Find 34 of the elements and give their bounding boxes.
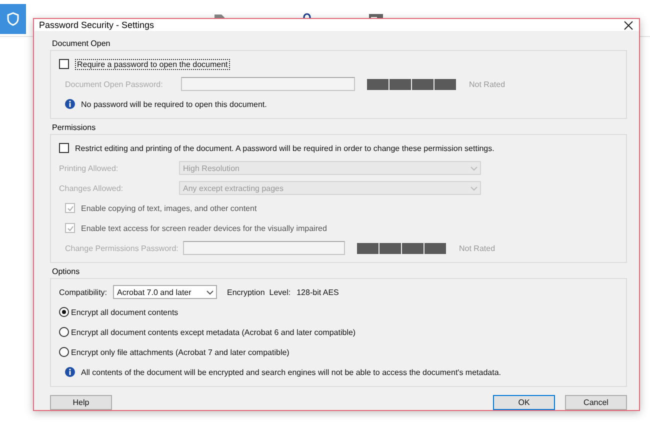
checkbox-label[interactable]: Restrict editing and printing of the document. A password will be required in order to change these permission settings. [75, 144, 494, 152]
dialog-title: Password Security - Settings [39, 20, 154, 30]
encryption-value: 128-bit AES [296, 288, 339, 296]
info-text: No password will be required to open this document. [81, 100, 267, 108]
encryption-label: Encryption Level: [227, 288, 291, 296]
radio-label[interactable]: Encrypt all document contents except metadata (Acrobat 6 and later compatible) [71, 328, 356, 336]
dialog-button[interactable]: OK [493, 395, 555, 410]
checkbox[interactable] [59, 59, 69, 69]
info-icon [65, 367, 75, 377]
field-label: Compatibility: [59, 288, 108, 296]
info-text: All contents of the document will be encrypted and search engines will not be able to access the document's metadata. [81, 368, 501, 376]
info-icon [65, 99, 75, 109]
help-button[interactable]: Help [50, 395, 112, 410]
checkbox-label[interactable]: Require a password to open the document [75, 58, 230, 70]
dropdown[interactable]: Acrobat 7.0 and later [113, 285, 218, 299]
strength-rating: Not Rated [459, 244, 496, 252]
field-label: Changes Allowed: [59, 184, 124, 192]
group-title: Document Open [52, 39, 110, 48]
close-icon[interactable] [624, 20, 633, 30]
field-label: Document Open Password: [65, 80, 164, 88]
dialog-button[interactable]: Cancel [565, 395, 627, 410]
radio-button[interactable] [59, 327, 69, 337]
radio-label[interactable]: Encrypt only file attachments (Acrobat 7 and later compatible) [71, 348, 290, 356]
radio-button[interactable] [59, 307, 69, 317]
radio-button[interactable] [59, 347, 69, 357]
strength-rating: Not Rated [469, 80, 506, 88]
checkbox[interactable] [59, 143, 69, 153]
radio-label[interactable]: Encrypt all document contents [71, 308, 178, 316]
group-title: Permissions [52, 123, 96, 132]
field-label: Change Permissions Password: [65, 244, 177, 252]
group-title: Options [52, 267, 80, 276]
shield-tile[interactable] [0, 4, 26, 34]
field-label: Printing Allowed: [59, 164, 120, 172]
shield-icon [7, 12, 19, 26]
